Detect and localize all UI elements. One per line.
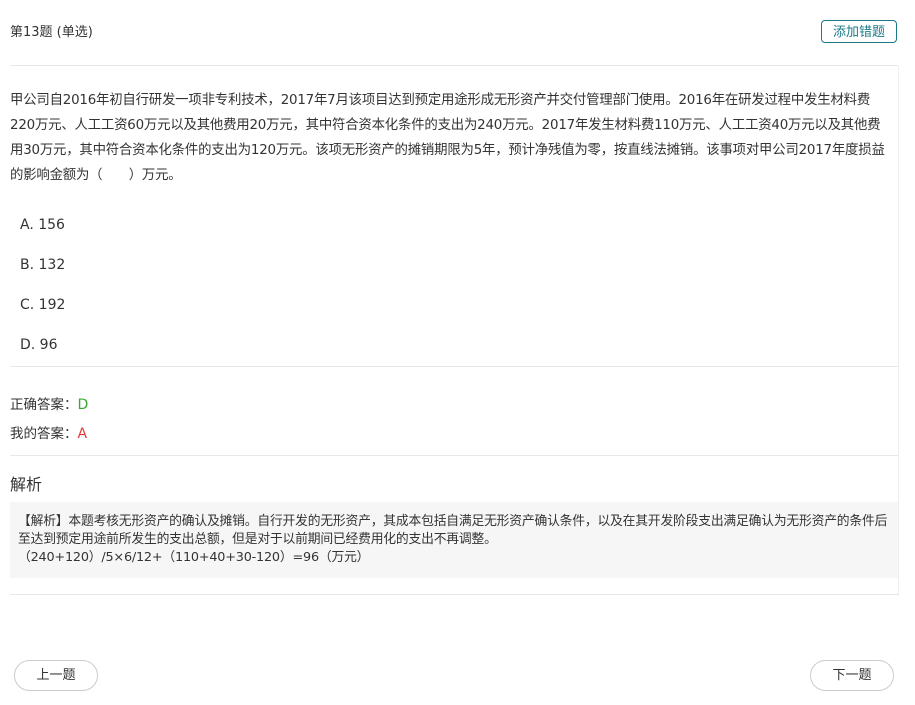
option-b[interactable]: B. 132 [20,257,65,273]
analysis-title: 解析 [10,475,43,494]
next-question-button[interactable]: 下一题 [810,660,894,691]
correct-answer-value: D [77,397,89,413]
my-answer-label: 我的答案： [10,426,78,442]
correct-answer-row: 正确答案：D [10,393,88,413]
header-divider [10,65,898,66]
question-number-header: 第13题 (单选) [10,25,93,40]
right-border-line [898,66,899,596]
option-d[interactable]: D. 96 [20,337,58,353]
question-stem: 甲公司自2016年初自行研发一项非专利技术，2017年7月该项目达到预定用途形成… [10,93,885,183]
add-to-wrong-book-button[interactable]: 添加错题 [821,20,897,43]
correct-answer-label: 正确答案： [10,397,78,413]
answers-divider [10,455,898,456]
options-divider [10,366,898,367]
my-answer-row: 我的答案：A [10,422,87,442]
option-c[interactable]: C. 192 [20,297,65,313]
analysis-formula: （240+120）/5×6/12+（110+40+30-120）=96（万元） [18,550,370,565]
my-answer-value: A [77,426,88,442]
analysis-box: 【解析】本题考核无形资产的确认及摊销。自行开发的无形资产，其成本包括自满足无形资… [10,502,898,578]
prev-question-button[interactable]: 上一题 [14,660,98,691]
option-a[interactable]: A. 156 [20,217,65,233]
analysis-divider [10,594,898,595]
analysis-explanation: 【解析】本题考核无形资产的确认及摊销。自行开发的无形资产，其成本包括自满足无形资… [18,514,888,547]
